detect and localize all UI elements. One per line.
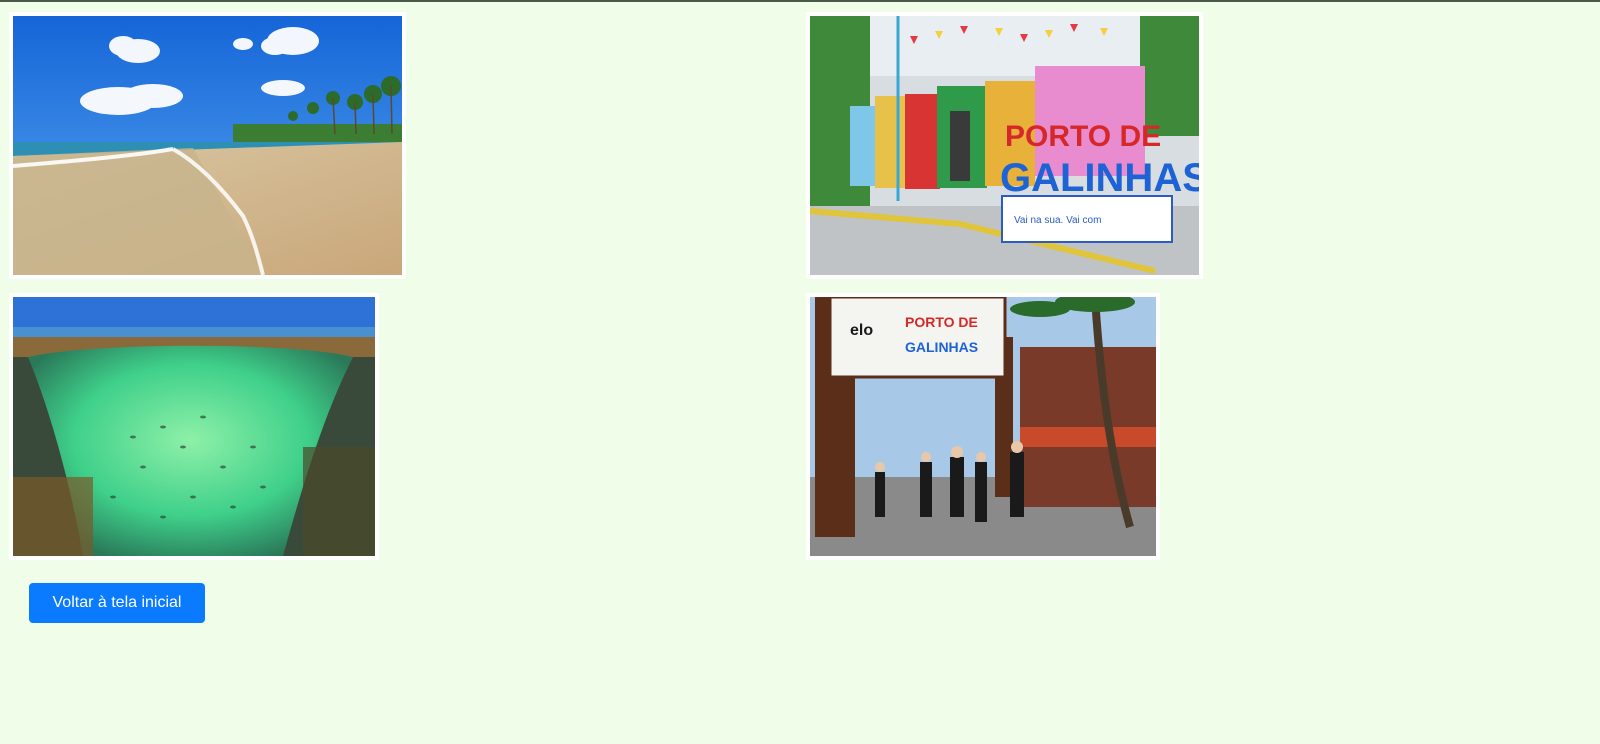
sign-tagline: Vai na sua. Vai com: [1014, 215, 1101, 226]
entrance-arch-photo: elo PORTO DE GALINHAS: [806, 293, 1160, 560]
town-sign-photo: Vai na sua. Vai com PORTO DE GALINHAS: [806, 12, 1203, 279]
sponsor-logo: elo: [850, 322, 873, 339]
arch-sign-bottom: GALINHAS: [905, 339, 978, 355]
entrance-arch-image: elo PORTO DE GALINHAS: [810, 297, 1156, 556]
back-to-home-button[interactable]: Voltar à tela inicial: [29, 583, 205, 623]
top-border: [0, 0, 1600, 2]
arch-sign-top: PORTO DE: [905, 314, 978, 330]
natural-pool-image: [13, 297, 375, 556]
natural-pool-photo: [9, 293, 379, 560]
sign-text-top: PORTO DE: [1005, 120, 1161, 153]
beach-photo: [9, 12, 406, 279]
town-sign-image: Vai na sua. Vai com PORTO DE GALINHAS: [810, 16, 1199, 275]
sign-text-bottom: GALINHAS: [1000, 156, 1199, 200]
beach-image: [13, 16, 402, 275]
